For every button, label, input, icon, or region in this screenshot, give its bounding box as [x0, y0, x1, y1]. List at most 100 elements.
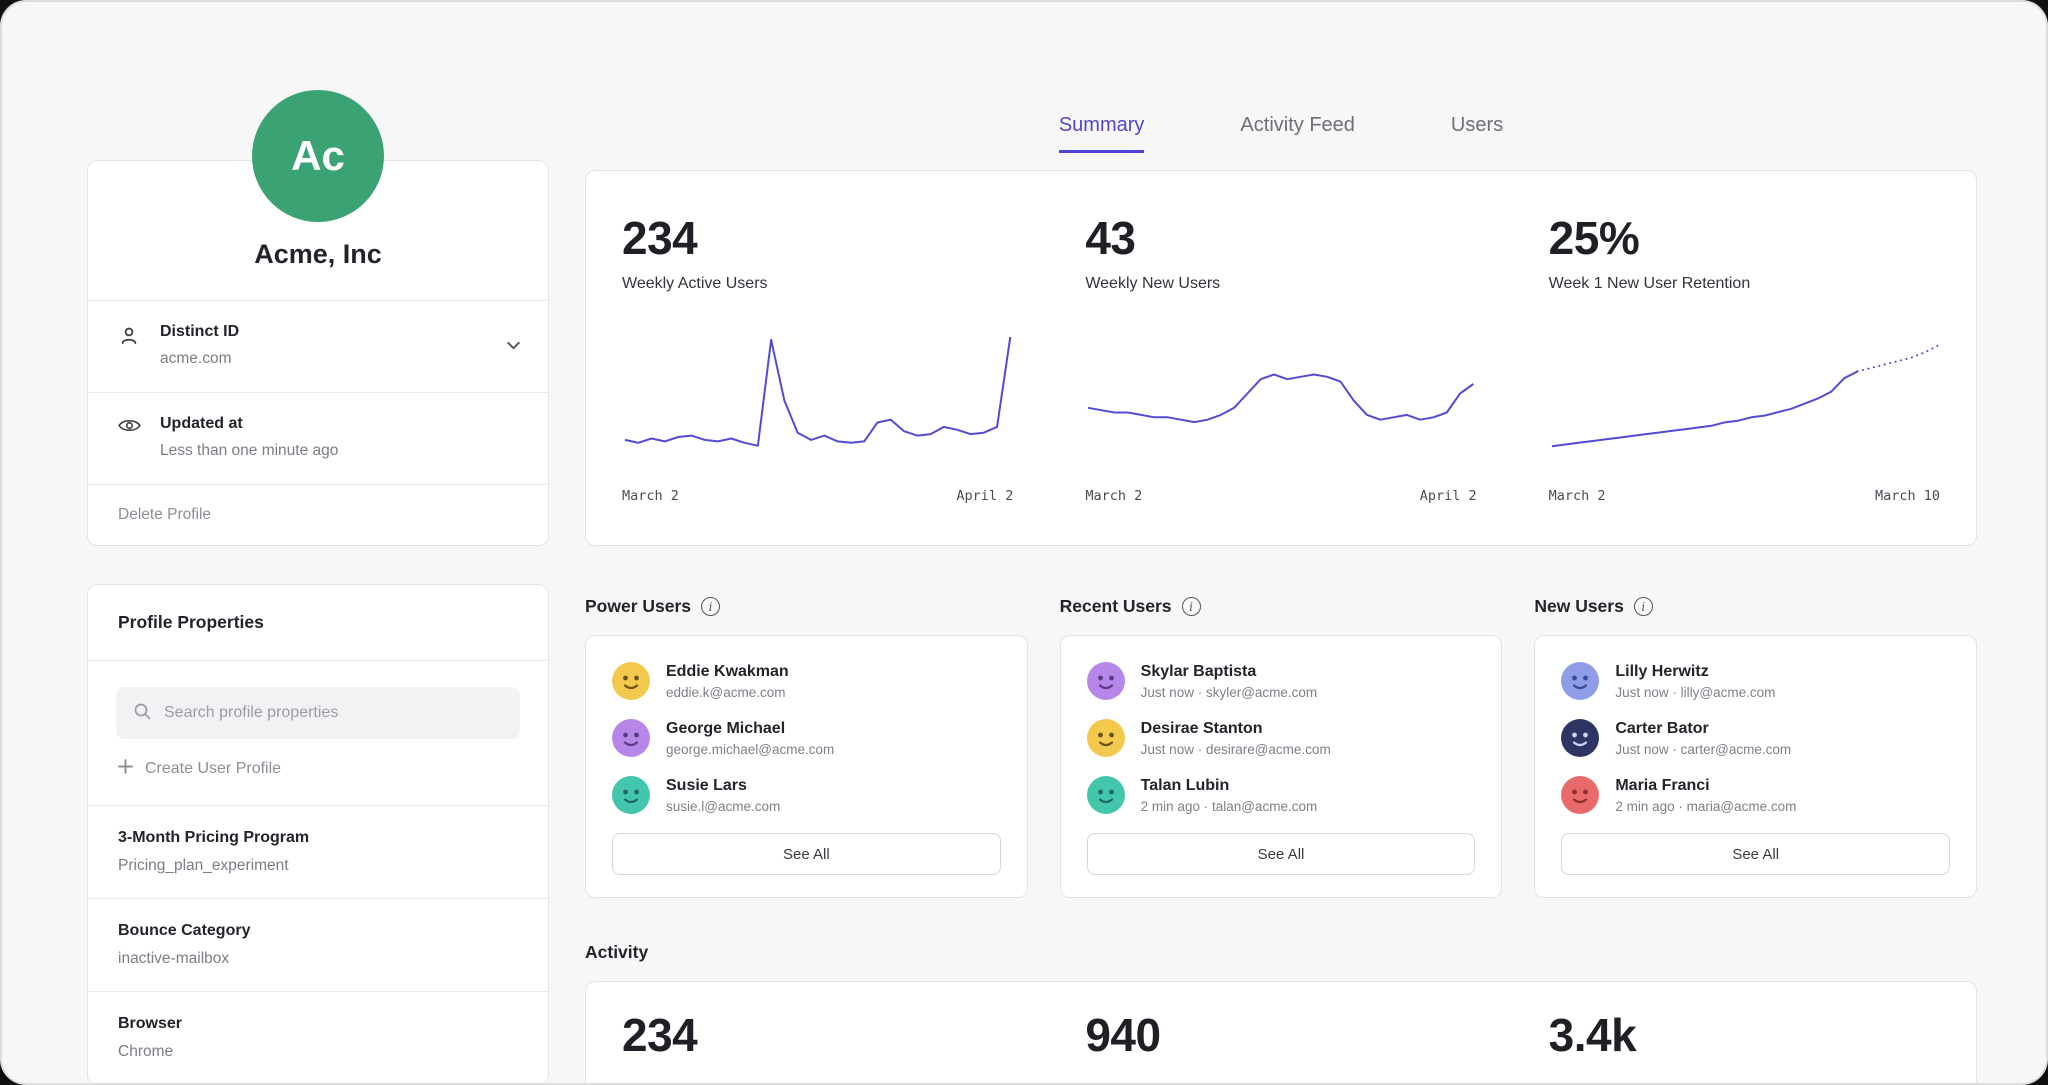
main-content: Summary Activity Feed Users 234 Weekly A… — [585, 2, 1977, 1085]
user-row[interactable]: Maria Franci 2 min ago · maria@acme.com — [1561, 776, 1950, 814]
profile-properties-search[interactable] — [116, 687, 520, 739]
section-power-users: Power Users i Eddie Kwakman eddie.k@acme… — [585, 596, 1028, 898]
see-all-button[interactable]: See All — [1561, 833, 1950, 875]
user-row[interactable]: George Michael george.michael@acme.com — [612, 719, 1001, 757]
x-label-right: March 10 — [1875, 488, 1940, 504]
user-row[interactable]: Desirae Stanton Just now · desirare@acme… — [1087, 719, 1476, 757]
distinct-id-label: Distinct ID — [160, 323, 239, 341]
tab-summary[interactable]: Summary — [1059, 114, 1145, 153]
x-label-left: March 2 — [1549, 488, 1606, 504]
weekly-new-users-chart — [1085, 331, 1476, 456]
org-avatar: Ac — [252, 90, 384, 222]
property-label: Browser — [118, 1015, 518, 1033]
stat-value: 25% — [1549, 211, 1940, 265]
search-input[interactable] — [164, 704, 504, 722]
property-value: Chrome — [118, 1043, 518, 1061]
user-row[interactable]: Lilly Herwitz Just now · lilly@acme.com — [1561, 662, 1950, 700]
eye-icon — [118, 415, 142, 462]
power-users-card: Eddie Kwakman eddie.k@acme.com George Mi… — [585, 635, 1028, 898]
user-subtext: Just now · desirare@acme.com — [1141, 742, 1331, 757]
x-label-right: April 2 — [1420, 488, 1477, 504]
user-sections: Power Users i Eddie Kwakman eddie.k@acme… — [585, 596, 1977, 898]
weekly-active-users-chart — [622, 331, 1013, 456]
user-name: Eddie Kwakman — [666, 663, 789, 681]
user-name: Maria Franci — [1615, 777, 1796, 795]
activity-card: 234 940 3.4k — [585, 981, 1977, 1085]
avatar — [612, 662, 650, 700]
stat-value: 43 — [1085, 211, 1476, 265]
property-row[interactable]: Browser Chrome — [88, 991, 548, 1084]
updated-at-row: Updated at Less than one minute ago — [88, 392, 548, 484]
info-icon[interactable]: i — [1182, 597, 1201, 616]
x-axis-labels: March 2 April 2 — [1085, 488, 1476, 504]
stat-weekly-new-users: 43 Weekly New Users March 2 April 2 — [1049, 171, 1512, 545]
search-icon — [132, 701, 152, 726]
user-name: George Michael — [666, 720, 834, 738]
distinct-id-value: acme.com — [160, 350, 239, 368]
activity-stat: 940 — [1085, 1008, 1476, 1062]
see-all-button[interactable]: See All — [612, 833, 1001, 875]
activity-stat: 234 — [622, 1008, 1013, 1062]
user-subtext: Just now · skyler@acme.com — [1141, 685, 1318, 700]
user-row[interactable]: Skylar Baptista Just now · skyler@acme.c… — [1087, 662, 1476, 700]
see-all-button[interactable]: See All — [1087, 833, 1476, 875]
section-title: New Users — [1534, 596, 1624, 617]
x-axis-labels: March 2 March 10 — [1549, 488, 1940, 504]
user-row[interactable]: Talan Lubin 2 min ago · talan@acme.com — [1087, 776, 1476, 814]
property-label: Bounce Category — [118, 922, 518, 940]
distinct-id-row[interactable]: Distinct ID acme.com — [88, 300, 548, 392]
user-row[interactable]: Eddie Kwakman eddie.k@acme.com — [612, 662, 1001, 700]
x-axis-labels: March 2 April 2 — [622, 488, 1013, 504]
plus-icon — [118, 759, 133, 779]
user-icon — [118, 323, 142, 370]
stat-weekly-active-users: 234 Weekly Active Users March 2 April 2 — [586, 171, 1049, 545]
x-label-left: March 2 — [1085, 488, 1142, 504]
profile-properties-card: Profile Properties Create User Profile 3… — [87, 584, 549, 1085]
tab-users[interactable]: Users — [1451, 114, 1503, 153]
property-row[interactable]: 3-Month Pricing Program Pricing_plan_exp… — [88, 805, 548, 898]
avatar — [1087, 662, 1125, 700]
delete-profile-button[interactable]: Delete Profile — [88, 484, 548, 545]
stat-week1-retention: 25% Week 1 New User Retention March 2 Ma… — [1513, 171, 1976, 545]
property-value: inactive-mailbox — [118, 950, 518, 968]
user-name: Lilly Herwitz — [1615, 663, 1775, 681]
section-recent-users: Recent Users i Skylar Baptista Just now … — [1060, 596, 1503, 898]
create-user-profile-button[interactable]: Create User Profile — [118, 759, 518, 779]
x-label-left: March 2 — [622, 488, 679, 504]
stat-label: Week 1 New User Retention — [1549, 275, 1940, 293]
activity-header: Activity — [585, 942, 1977, 963]
avatar — [612, 776, 650, 814]
avatar — [1087, 719, 1125, 757]
updated-at-label: Updated at — [160, 415, 338, 433]
user-name: Susie Lars — [666, 777, 780, 795]
user-subtext: eddie.k@acme.com — [666, 685, 789, 700]
property-row[interactable]: Bounce Category inactive-mailbox — [88, 898, 548, 991]
tab-activity-feed[interactable]: Activity Feed — [1240, 114, 1354, 153]
summary-stats-card: 234 Weekly Active Users March 2 April 2 … — [585, 170, 1977, 546]
user-subtext: Just now · lilly@acme.com — [1615, 685, 1775, 700]
stat-value: 234 — [622, 211, 1013, 265]
user-subtext: 2 min ago · talan@acme.com — [1141, 799, 1318, 814]
user-row[interactable]: Susie Lars susie.l@acme.com — [612, 776, 1001, 814]
user-subtext: 2 min ago · maria@acme.com — [1615, 799, 1796, 814]
stat-label: Weekly Active Users — [622, 275, 1013, 293]
section-title: Recent Users — [1060, 596, 1172, 617]
avatar — [612, 719, 650, 757]
user-name: Talan Lubin — [1141, 777, 1318, 795]
avatar — [1561, 719, 1599, 757]
stat-label: Weekly New Users — [1085, 275, 1476, 293]
section-new-users: New Users i Lilly Herwitz Just now · lil… — [1534, 596, 1977, 898]
info-icon[interactable]: i — [1634, 597, 1653, 616]
activity-stat: 3.4k — [1549, 1008, 1940, 1062]
recent-users-card: Skylar Baptista Just now · skyler@acme.c… — [1060, 635, 1503, 898]
x-label-right: April 2 — [956, 488, 1013, 504]
avatar — [1561, 662, 1599, 700]
property-label: 3-Month Pricing Program — [118, 829, 518, 847]
week1-retention-chart — [1549, 331, 1940, 456]
user-row[interactable]: Carter Bator Just now · carter@acme.com — [1561, 719, 1950, 757]
avatar — [1087, 776, 1125, 814]
info-icon[interactable]: i — [701, 597, 720, 616]
tab-bar: Summary Activity Feed Users — [585, 2, 1977, 153]
chevron-down-icon[interactable] — [505, 337, 522, 359]
profile-sidebar: Ac Acme, Inc Distinct ID acme.com — [87, 2, 549, 1085]
